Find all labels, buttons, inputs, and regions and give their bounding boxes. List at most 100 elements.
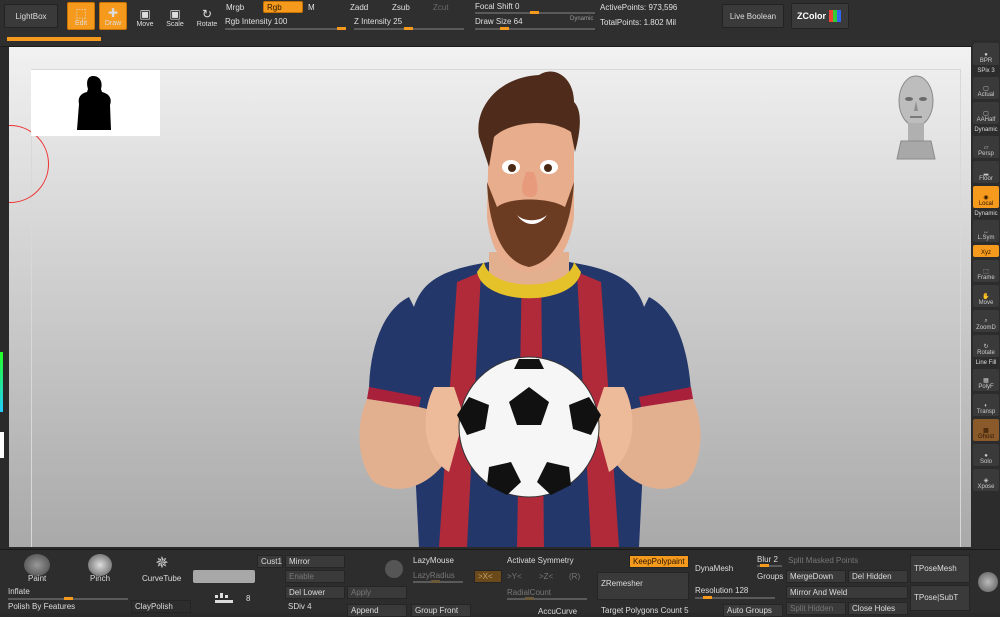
move-button[interactable]: ▣ Move: [131, 2, 159, 30]
tposemesh-button[interactable]: TPoseMesh: [910, 555, 970, 583]
radialcount-slider[interactable]: [507, 597, 587, 600]
lightbox-button[interactable]: LightBox: [4, 4, 58, 28]
zsub-button[interactable]: Zsub: [392, 3, 410, 12]
edit-button[interactable]: ⬚ Edit: [67, 2, 95, 30]
mirror-button[interactable]: Mirror: [285, 555, 345, 568]
blur-label[interactable]: Blur 2: [757, 555, 778, 564]
paint-brush-label[interactable]: Paint: [28, 574, 46, 583]
lazymouse-icon[interactable]: [385, 560, 403, 578]
sym-y-button[interactable]: >Y<: [507, 572, 522, 581]
focal-shift-knob[interactable]: [530, 11, 539, 14]
group-front-button[interactable]: Group Front: [411, 604, 471, 617]
keeppolypaint-button[interactable]: KeepPolypaint: [629, 555, 689, 568]
white-swatch[interactable]: [0, 432, 4, 458]
rotate-button[interactable]: ↻ Rotate: [193, 2, 221, 30]
lazymouse-button[interactable]: LazyMouse: [413, 556, 454, 565]
lazyradius-label[interactable]: LazyRadius: [413, 571, 455, 580]
groups-button[interactable]: Groups: [757, 572, 783, 581]
resolution-label[interactable]: Resolution 128: [695, 586, 748, 595]
polyf-button[interactable]: ▦ PolyF: [973, 369, 999, 391]
polish-label[interactable]: Polish By Features: [8, 602, 75, 611]
apply-button[interactable]: Apply: [347, 586, 407, 599]
inflate-knob[interactable]: [64, 597, 73, 600]
ghost-button[interactable]: ▩ Ghost: [973, 419, 999, 441]
paint-brush-icon[interactable]: [24, 554, 50, 576]
enable-button[interactable]: Enable: [285, 570, 345, 583]
focal-shift-slider[interactable]: [475, 11, 595, 14]
dynamic-label[interactable]: Dynamic: [570, 16, 593, 22]
scale-button[interactable]: ▣ Scale: [161, 2, 189, 30]
transp-button[interactable]: ◐ Transp: [973, 394, 999, 416]
inflate-label[interactable]: Inflate: [8, 587, 30, 596]
m-button[interactable]: M: [308, 3, 315, 12]
sym-r-button[interactable]: (R): [569, 572, 580, 581]
draw-size-slider[interactable]: [475, 27, 595, 30]
del-lower-button[interactable]: Del Lower: [285, 586, 345, 599]
cust1-button[interactable]: Cust1: [257, 555, 283, 568]
color-swatch[interactable]: [193, 570, 255, 583]
z-intensity-slider[interactable]: [354, 27, 464, 30]
live-boolean-button[interactable]: Live Boolean: [722, 4, 784, 28]
frame-button[interactable]: ⬚ Frame: [973, 260, 999, 282]
local-button[interactable]: ◉ Local: [973, 186, 999, 208]
inflate-slider[interactable]: [8, 597, 128, 600]
split-masked-button[interactable]: Split Masked Points: [788, 556, 858, 565]
bpr-button[interactable]: ● BPR: [973, 43, 999, 65]
resolution-slider[interactable]: [695, 596, 775, 599]
zremesher-button[interactable]: ZRemesher: [597, 572, 689, 600]
floor-button[interactable]: ▂ Floor: [973, 161, 999, 183]
zadd-button[interactable]: Zadd: [350, 3, 368, 12]
zcolor-button[interactable]: ZColor: [791, 3, 849, 29]
auto-groups-button[interactable]: Auto Groups: [723, 604, 783, 617]
mirror-and-weld-button[interactable]: Mirror And Weld: [786, 586, 908, 599]
draw-size-knob[interactable]: [500, 27, 509, 30]
z-intensity-knob[interactable]: [404, 27, 413, 30]
radialcount-knob[interactable]: [525, 597, 534, 600]
lazyradius-slider[interactable]: [413, 580, 463, 583]
append-button[interactable]: Append: [347, 604, 407, 617]
zoom-button[interactable]: ⌕ ZoomD: [973, 310, 999, 332]
blur-knob[interactable]: [760, 564, 769, 567]
sdiv-slider-label[interactable]: SDiv 4: [288, 602, 312, 611]
actual-button[interactable]: ▢ Actual: [973, 77, 999, 99]
stroke-icon[interactable]: [213, 591, 235, 607]
rotate-view-button[interactable]: ↻ Rotate: [973, 335, 999, 357]
mergedown-button[interactable]: MergeDown: [786, 570, 846, 583]
draw-button[interactable]: ✚ Draw: [99, 2, 127, 30]
navigation-thumbnail[interactable]: [31, 70, 160, 136]
aahalf-button[interactable]: ▢ AAHalf: [973, 102, 999, 124]
blur-slider[interactable]: [757, 564, 782, 567]
pinch-brush-label[interactable]: Pinch: [90, 574, 110, 583]
split-hidden-button[interactable]: Split Hidden: [786, 602, 846, 615]
zcut-button[interactable]: Zcut: [433, 3, 449, 12]
sym-x-button[interactable]: >X<: [474, 570, 502, 583]
xyz-button[interactable]: Xyz: [973, 245, 999, 257]
persp-button[interactable]: ▱ Persp: [973, 136, 999, 158]
rgb-intensity-slider[interactable]: [225, 27, 346, 30]
tpose-subt-button[interactable]: TPose|SubT: [910, 585, 970, 611]
curvetube-brush-label[interactable]: CurveTube: [142, 574, 181, 583]
rgb-intensity-knob[interactable]: [337, 27, 346, 30]
mrgb-button[interactable]: Mrgb: [226, 3, 244, 12]
activate-symmetry-button[interactable]: Activate Symmetry: [507, 556, 574, 565]
pinch-brush-icon[interactable]: [88, 554, 112, 576]
xpose-button[interactable]: ◈ Xpose: [973, 469, 999, 491]
move-view-button[interactable]: ✋ Move: [973, 285, 999, 307]
sym-z-button[interactable]: >Z<: [539, 572, 553, 581]
close-holes-button[interactable]: Close Holes: [848, 602, 908, 615]
document-canvas[interactable]: [9, 47, 971, 547]
radialcount-label[interactable]: RadialCount: [507, 588, 551, 597]
lsym-button[interactable]: ↔ L.Sym: [973, 220, 999, 242]
target-polygons-label[interactable]: Target Polygons Count 5: [601, 606, 689, 615]
orientation-head-icon[interactable]: [891, 71, 941, 161]
resolution-knob[interactable]: [703, 596, 712, 599]
dynamesh-button[interactable]: DynaMesh: [695, 564, 733, 573]
claypolish-button[interactable]: ClayPolish: [131, 600, 191, 613]
del-hidden-button[interactable]: Del Hidden: [848, 570, 908, 583]
material-sphere-icon[interactable]: [978, 572, 998, 592]
solo-button[interactable]: ● Solo: [973, 444, 999, 466]
lazyradius-knob[interactable]: [431, 580, 440, 583]
curvetube-brush-icon[interactable]: ✵: [150, 553, 174, 573]
spix-label[interactable]: SPix 3: [972, 68, 1000, 74]
rgb-button[interactable]: Rgb: [263, 1, 303, 13]
